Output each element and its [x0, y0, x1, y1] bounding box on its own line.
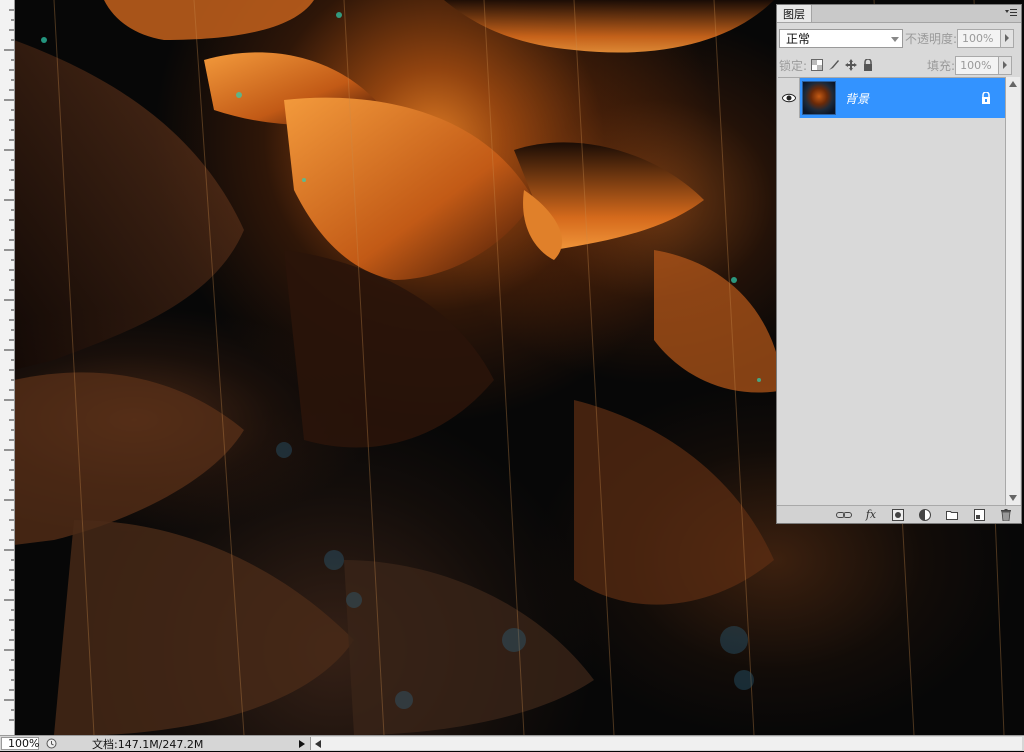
opacity-label: 不透明度: [905, 31, 958, 46]
status-info-icon[interactable] [45, 737, 58, 750]
tab-layers[interactable]: 图层 [777, 5, 812, 22]
layers-panel: 图层 正常 不透明度: 100% 锁定: 填充: 100% 背景 fx [776, 4, 1022, 524]
blend-mode-value: 正常 [786, 31, 811, 46]
opacity-value: 100% [962, 31, 994, 45]
opacity-input[interactable]: 100% [957, 28, 1002, 48]
chevron-right-icon [1003, 61, 1008, 69]
lock-label: 锁定: [779, 58, 808, 73]
new-layer-icon[interactable] [970, 508, 988, 522]
document-size-text: 文档:147.1M/247.2M [92, 737, 204, 751]
ruler-ticks [4, 9, 14, 721]
scroll-left-arrow-icon[interactable] [315, 739, 321, 748]
status-bar: 100% 文档:147.1M/247.2M [0, 735, 1024, 751]
tab-layers-label: 图层 [783, 7, 805, 21]
scroll-down-arrow-icon[interactable] [1008, 493, 1018, 503]
mask-icon[interactable] [889, 508, 907, 522]
opacity-slider-button[interactable] [1001, 28, 1015, 48]
vertical-ruler[interactable] [0, 0, 15, 735]
panel-menu-icon[interactable] [1005, 8, 1017, 18]
lock-position-icon[interactable] [844, 58, 858, 72]
lock-fill-row: 锁定: 填充: 100% [779, 55, 1019, 75]
group-folder-icon[interactable] [943, 508, 961, 522]
fill-label: 填充: [927, 58, 956, 73]
layers-list: 背景 [778, 77, 1006, 506]
visibility-eye-icon[interactable] [778, 78, 800, 118]
adjustment-icon[interactable] [916, 508, 934, 522]
layer-name[interactable]: 背景 [845, 90, 869, 107]
scroll-up-arrow-icon[interactable] [1008, 79, 1018, 89]
blend-opacity-row: 正常 不透明度: 100% [779, 27, 1019, 49]
lock-transparent-pixels-icon[interactable] [810, 58, 824, 72]
zoom-level-input[interactable]: 100% [1, 737, 39, 750]
layer-row-background[interactable]: 背景 [778, 78, 1006, 118]
layers-scrollbar[interactable] [1005, 77, 1020, 505]
trash-icon[interactable] [997, 508, 1015, 522]
status-menu-arrow-icon[interactable] [296, 737, 308, 750]
fx-icon[interactable]: fx [862, 508, 880, 522]
lock-all-icon[interactable] [861, 58, 875, 72]
horizontal-scrollbar[interactable] [310, 737, 1022, 750]
layer-thumbnail [802, 81, 836, 115]
panel-tab-bar: 图层 [777, 5, 1021, 23]
chevron-right-icon [1005, 34, 1010, 42]
fx-label: fx [865, 508, 877, 521]
lock-image-pixels-icon[interactable] [827, 58, 841, 72]
layer-lock-icon [980, 91, 992, 105]
fill-input[interactable]: 100% [955, 55, 1000, 75]
fill-slider-button[interactable] [999, 55, 1013, 75]
blend-mode-select[interactable]: 正常 [779, 28, 903, 48]
link-icon[interactable] [835, 508, 853, 522]
chevron-down-icon [891, 36, 899, 42]
layers-panel-footer: fx [777, 505, 1021, 523]
fill-value: 100% [960, 58, 992, 72]
zoom-level-value: 100% [8, 737, 40, 750]
